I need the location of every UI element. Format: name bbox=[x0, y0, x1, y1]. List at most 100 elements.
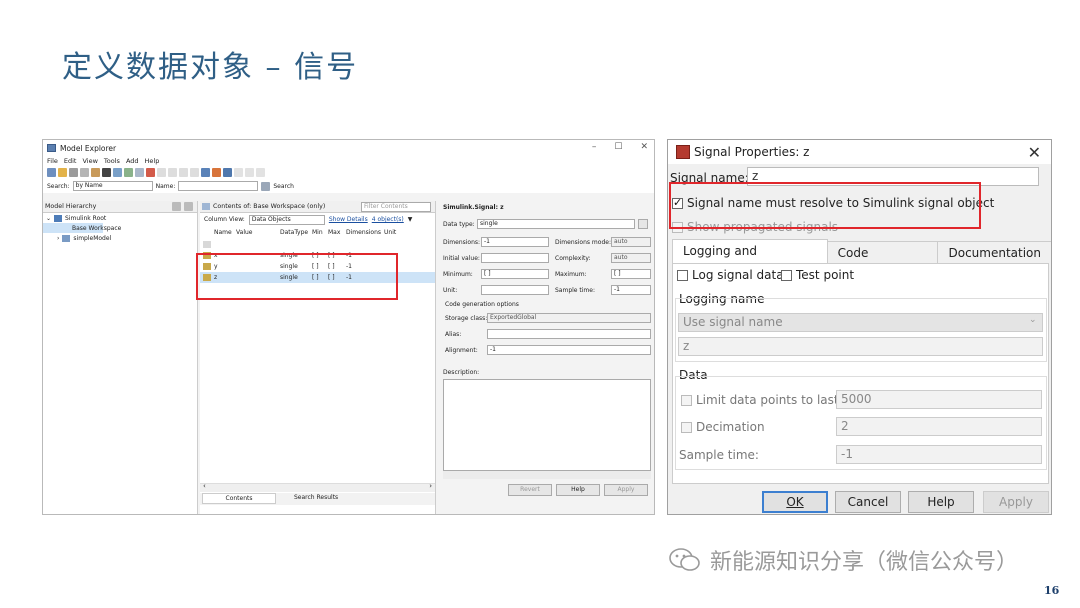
disabled-tool-icon[interactable] bbox=[256, 168, 265, 177]
menu-edit[interactable]: Edit bbox=[64, 157, 77, 165]
close-button[interactable]: ✕ bbox=[640, 142, 648, 152]
column-header-dimensions[interactable]: Dimensions bbox=[346, 229, 381, 236]
disabled-tool-icon[interactable] bbox=[179, 168, 188, 177]
log-signal-data-checkbox[interactable] bbox=[677, 270, 688, 281]
log-signal-data-row[interactable]: Log signal data bbox=[677, 268, 784, 282]
tree-item-base-workspace[interactable]: Base Workspace bbox=[43, 223, 121, 233]
storage-class-select[interactable]: ExportedGlobal bbox=[487, 313, 651, 323]
menu-help[interactable]: Help bbox=[145, 157, 160, 165]
limit-checkbox[interactable] bbox=[681, 395, 692, 406]
tab-documentation[interactable]: Documentation bbox=[937, 241, 1051, 263]
name-input[interactable] bbox=[178, 181, 259, 191]
data-type-assistant-button[interactable] bbox=[638, 219, 648, 229]
copy-icon[interactable] bbox=[80, 168, 89, 177]
tab-logging-and-accessibility[interactable]: Logging and accessibility bbox=[672, 239, 828, 280]
apply-button[interactable]: Apply bbox=[604, 484, 648, 496]
dimensions-mode-select[interactable]: auto bbox=[611, 237, 651, 247]
decimation-checkbox[interactable] bbox=[681, 422, 692, 433]
chevron-down-icon[interactable]: ⌄ bbox=[1029, 315, 1037, 325]
open-folder-icon[interactable] bbox=[58, 168, 67, 177]
search-icon[interactable] bbox=[261, 181, 271, 191]
test-point-row[interactable]: Test point bbox=[781, 268, 854, 282]
limit-row[interactable]: Limit data points to last bbox=[681, 393, 839, 407]
revert-button[interactable]: Revert bbox=[508, 484, 552, 496]
sample-time-input[interactable]: -1 bbox=[836, 445, 1042, 464]
filter-contents-input[interactable]: Filter Contents bbox=[361, 202, 431, 212]
complexity-select[interactable]: auto bbox=[611, 253, 651, 263]
layout-icon[interactable] bbox=[223, 168, 232, 177]
tab-contents[interactable]: Contents bbox=[202, 493, 276, 504]
grid-icon[interactable] bbox=[113, 168, 122, 177]
column-header-max[interactable]: Max bbox=[328, 229, 340, 236]
search-button[interactable]: Search bbox=[273, 183, 294, 190]
table-icon[interactable] bbox=[201, 168, 210, 177]
search-by-select[interactable]: by Name bbox=[72, 181, 153, 191]
menu-view[interactable]: View bbox=[82, 157, 97, 165]
horizontal-scrollbar[interactable]: ‹ › bbox=[200, 482, 435, 492]
scroll-left-icon[interactable]: ‹ bbox=[203, 482, 206, 490]
minimum-input[interactable]: [ ] bbox=[481, 269, 549, 279]
ok-button[interactable]: OK bbox=[762, 491, 828, 513]
description-textarea[interactable] bbox=[443, 379, 651, 471]
target-icon[interactable] bbox=[146, 168, 155, 177]
column-header-datatype[interactable]: DataType bbox=[280, 229, 308, 236]
disabled-tool-icon[interactable] bbox=[234, 168, 243, 177]
table-row[interactable] bbox=[200, 238, 435, 250]
add-signal-icon[interactable] bbox=[135, 168, 144, 177]
test-point-checkbox[interactable] bbox=[781, 270, 792, 281]
alignment-input[interactable]: -1 bbox=[487, 345, 651, 355]
column-header-value[interactable]: Value bbox=[236, 229, 252, 236]
tree-item-simulink-root[interactable]: ⌄ Simulink Root bbox=[43, 213, 197, 223]
disabled-tool-icon[interactable] bbox=[157, 168, 166, 177]
logging-name-input[interactable]: z bbox=[678, 337, 1043, 356]
dimensions-input[interactable]: -1 bbox=[481, 237, 549, 247]
tree-item-simplemodel[interactable]: › simpleModel bbox=[43, 233, 197, 243]
close-icon[interactable]: ✕ bbox=[1028, 143, 1041, 162]
data-type-select[interactable]: single bbox=[477, 219, 635, 229]
binoculars-icon[interactable] bbox=[184, 202, 193, 211]
scroll-right-icon[interactable]: › bbox=[429, 482, 432, 490]
paste-icon[interactable] bbox=[91, 168, 100, 177]
limit-input[interactable]: 5000 bbox=[836, 390, 1042, 409]
alias-input[interactable] bbox=[487, 329, 651, 339]
maximize-button[interactable]: ☐ bbox=[614, 142, 622, 152]
tab-code-generation[interactable]: Code Generation bbox=[826, 241, 939, 282]
description-scrollbar[interactable] bbox=[443, 471, 651, 479]
function-icon[interactable] bbox=[190, 168, 199, 177]
menu-tools[interactable]: Tools bbox=[104, 157, 120, 165]
decimation-row[interactable]: Decimation bbox=[681, 420, 765, 434]
help-button[interactable]: Help bbox=[908, 491, 974, 513]
decimation-input[interactable]: 2 bbox=[836, 417, 1042, 436]
help-button[interactable]: Help bbox=[556, 484, 600, 496]
column-header-name[interactable]: Name bbox=[214, 229, 232, 236]
filter-icon[interactable]: ▼ bbox=[408, 216, 413, 223]
disabled-tool-icon[interactable] bbox=[245, 168, 254, 177]
pin-icon[interactable] bbox=[172, 202, 181, 211]
menu-add[interactable]: Add bbox=[126, 157, 139, 165]
add-data-icon[interactable] bbox=[124, 168, 133, 177]
initial-value-input[interactable] bbox=[481, 253, 549, 263]
logging-name-mode-select[interactable]: Use signal name bbox=[678, 313, 1043, 332]
column-header-min[interactable]: Min bbox=[312, 229, 323, 236]
column-header-unit[interactable]: Unit bbox=[384, 229, 396, 236]
signal-properties-dialog: Signal Properties: z ✕ Signal name: z Si… bbox=[667, 139, 1052, 515]
unit-input[interactable] bbox=[481, 285, 549, 295]
shapes-icon[interactable] bbox=[212, 168, 221, 177]
disabled-tool-icon[interactable] bbox=[168, 168, 177, 177]
column-view-select[interactable]: Data Objects bbox=[248, 214, 325, 225]
object-count-link[interactable]: 4 object(s) bbox=[372, 216, 404, 223]
chevron-right-icon[interactable]: › bbox=[57, 235, 59, 242]
new-model-icon[interactable] bbox=[47, 168, 56, 177]
apply-button[interactable]: Apply bbox=[983, 491, 1049, 513]
maximum-input[interactable]: [ ] bbox=[611, 269, 651, 279]
minimize-button[interactable]: – bbox=[592, 142, 597, 152]
sample-time-input[interactable]: -1 bbox=[611, 285, 651, 295]
complexity-label: Complexity: bbox=[555, 255, 591, 262]
chevron-down-icon[interactable]: ⌄ bbox=[46, 215, 51, 222]
show-details-link[interactable]: Show Details bbox=[329, 216, 368, 223]
cut-icon[interactable] bbox=[69, 168, 78, 177]
cancel-button[interactable]: Cancel bbox=[835, 491, 901, 513]
menu-file[interactable]: File bbox=[47, 157, 58, 165]
tab-search-results[interactable]: Search Results bbox=[294, 494, 338, 501]
delete-icon[interactable] bbox=[102, 168, 111, 177]
